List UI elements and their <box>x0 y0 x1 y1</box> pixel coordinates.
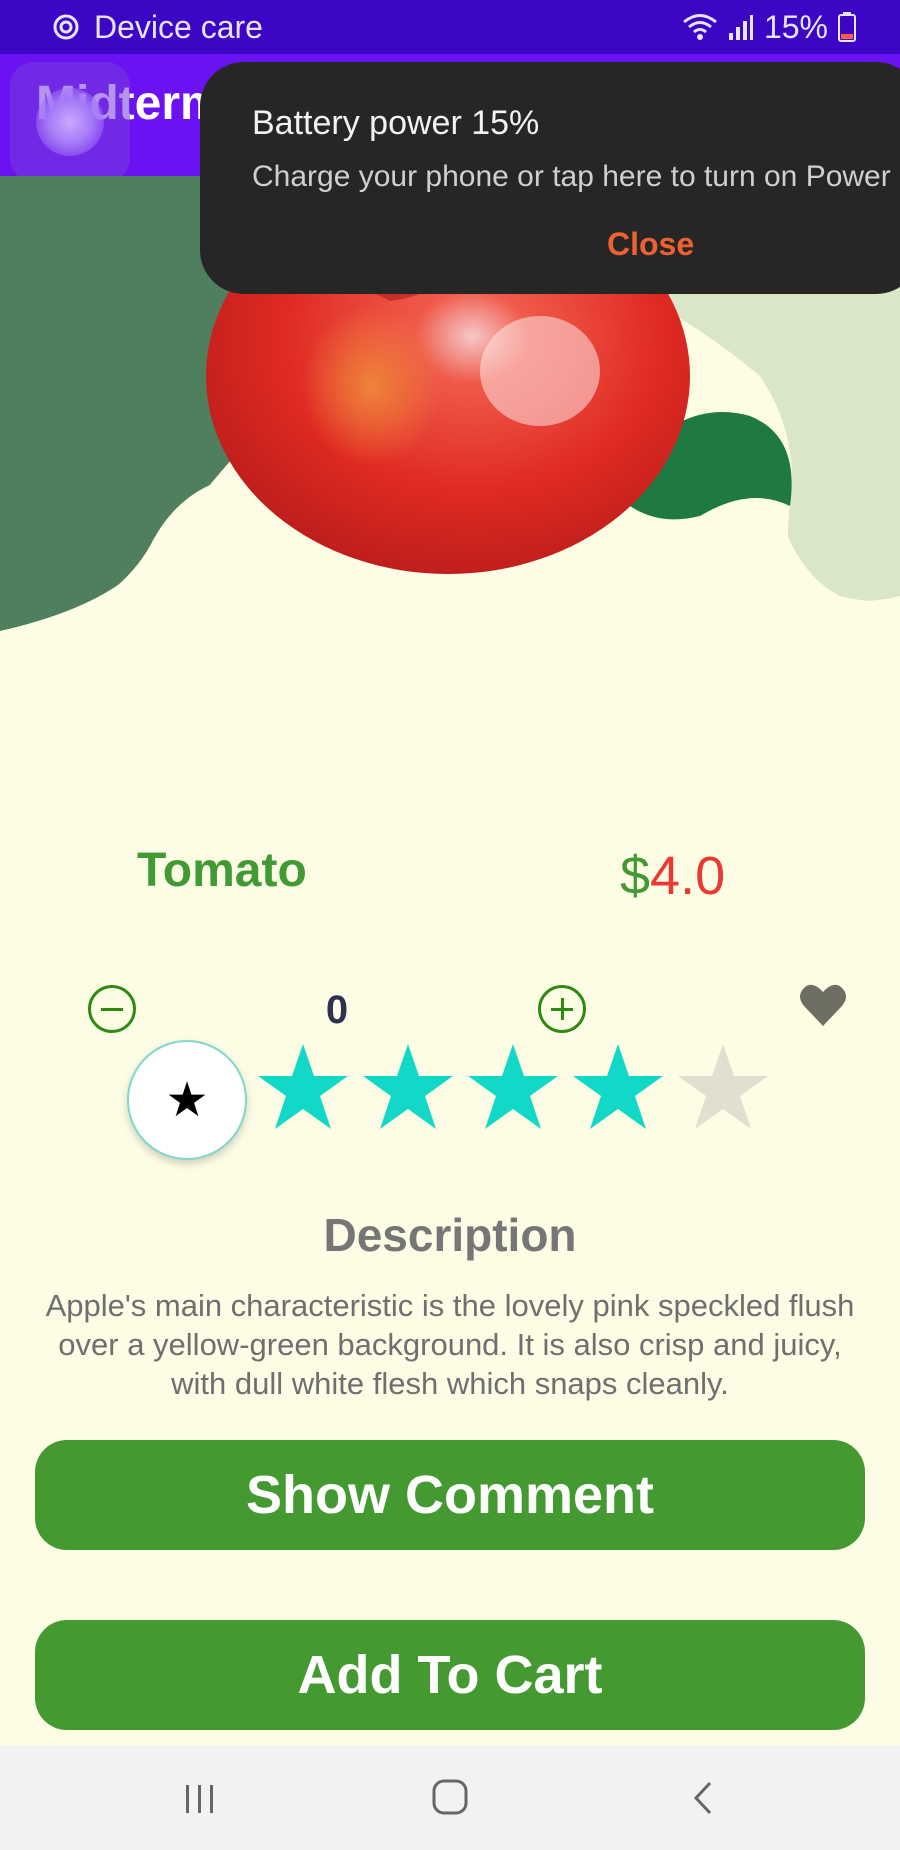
plus-icon-v <box>561 998 564 1020</box>
rating-star-5[interactable] <box>676 1042 770 1132</box>
status-left: Device care <box>52 0 263 54</box>
battery-toast[interactable]: Battery power 15% Charge your phone or t… <box>200 62 900 294</box>
rating-star-4[interactable] <box>571 1042 665 1132</box>
floating-bubble-icon[interactable] <box>10 62 130 182</box>
wifi-icon <box>682 13 718 41</box>
home-icon[interactable] <box>420 1775 480 1821</box>
rating-star-3[interactable] <box>466 1042 560 1132</box>
toast-message[interactable]: Charge your phone or tap here to turn on… <box>252 160 900 194</box>
minus-icon <box>101 1008 123 1011</box>
back-icon[interactable] <box>674 1775 734 1821</box>
show-comment-button[interactable]: Show Comment <box>35 1440 865 1550</box>
quantity-value: 0 <box>325 988 349 1032</box>
status-app-label: Device care <box>94 8 263 45</box>
rating-star-1[interactable] <box>256 1042 350 1132</box>
price-value: 4.0 <box>650 846 726 906</box>
decrease-quantity-button[interactable] <box>88 985 136 1033</box>
price-currency: $ <box>620 846 651 906</box>
rating-star-2[interactable] <box>361 1042 455 1132</box>
navigation-bar <box>0 1745 900 1850</box>
recent-apps-icon[interactable] <box>170 1775 230 1821</box>
favorite-heart-icon[interactable] <box>798 982 848 1028</box>
bubble-core <box>36 88 104 156</box>
product-price: $4.0 <box>620 845 725 907</box>
add-to-cart-button[interactable]: Add To Cart <box>35 1620 865 1730</box>
rating-star-button[interactable]: ★ <box>127 1040 247 1160</box>
toast-title: Battery power 15% <box>252 104 540 142</box>
star-icon: ★ <box>165 1074 209 1127</box>
device-care-icon <box>52 13 80 41</box>
signal-icon <box>728 13 754 41</box>
status-bar: Device care 15% <box>0 0 900 54</box>
battery-low-icon <box>838 12 856 42</box>
product-name: Tomato <box>137 844 307 897</box>
description-text: Apple's main characteristic is the lovel… <box>45 1288 855 1401</box>
toast-close-button[interactable]: Close <box>607 226 694 263</box>
status-right: 15% <box>682 0 856 54</box>
increase-quantity-button[interactable] <box>538 985 586 1033</box>
description-heading: Description <box>323 1209 577 1261</box>
battery-percent: 15% <box>763 8 828 45</box>
